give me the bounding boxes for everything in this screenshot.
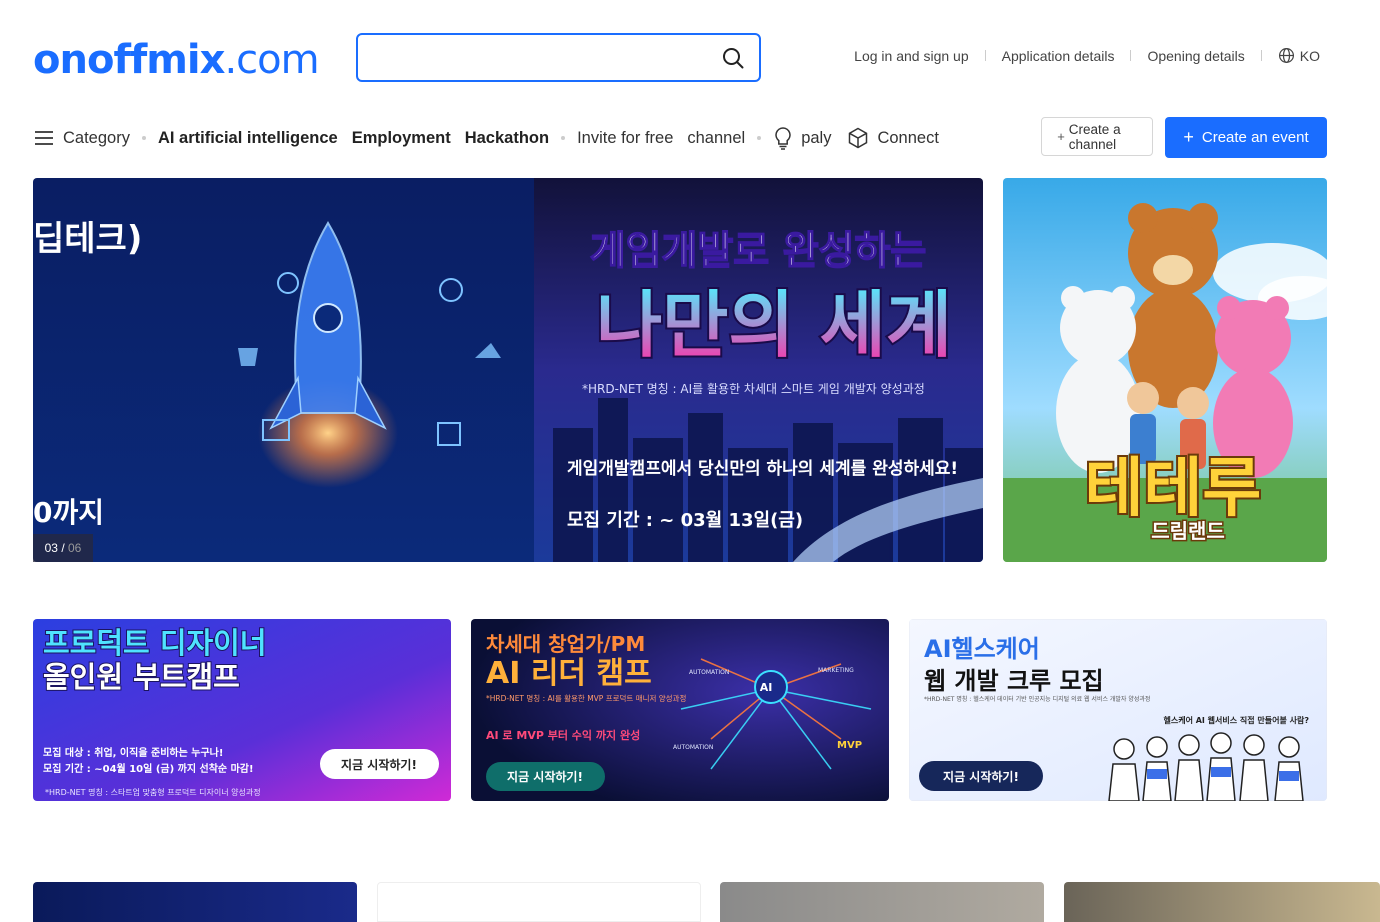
create-event-button[interactable]: + Create an event [1165, 117, 1327, 158]
card2-label: AI [760, 681, 773, 694]
card3-note: *HRD-NET 명칭 : 헬스케어 데이터 기반 인공지능 디지털 의료 웹 … [924, 695, 1150, 703]
card1-period: 모집 기간 : ~04월 10일 (금) 까지 선착순 마감! [43, 762, 254, 775]
side-banner-title: 테테루 [1085, 452, 1262, 526]
card2-label: MVP [837, 740, 862, 751]
hero-left-fragment-top: 딥테크) [33, 219, 142, 259]
create-event-label: Create an event [1201, 129, 1309, 146]
site-logo[interactable]: onoffmix.com [33, 36, 320, 84]
side-banner-subtitle: 드림랜드 [1151, 519, 1225, 543]
lightbulb-icon [775, 127, 791, 150]
globe-icon [1278, 47, 1294, 64]
nav-divider [1260, 50, 1262, 61]
hero-period: 모집 기간 : ~ 03월 13일(금) [567, 510, 803, 531]
card3-tagline: 헬스케어 AI 웹서비스 직접 만들어볼 사람? [1164, 715, 1310, 725]
pager-current: 03 [44, 541, 58, 555]
login-signup-link[interactable]: Log in and sign up [854, 48, 968, 64]
event-thumbnail[interactable] [33, 882, 357, 922]
card2-line2: AI 리더 캠프 [486, 656, 652, 691]
category-bar: Category AI artificial intelligence Empl… [33, 124, 939, 152]
side-banner-image: 테테루 드림랜드 [1003, 178, 1327, 562]
paly-label: paly [801, 128, 832, 147]
card1-line1: 프로덕트 디자이너 [43, 626, 267, 660]
card2-highlight: AI 로 MVP 부터 수익 까지 완성 [486, 728, 640, 742]
card3-line2: 웹 개발 크루 모집 [924, 667, 1104, 695]
hero-slide-image: 딥테크) 0까지 게임개발로 완성하는 나만의 세계 *HRD-NET 명칭 :… [33, 178, 983, 562]
channel-link[interactable]: channel [687, 129, 745, 148]
card2-label: AUTOMATION [689, 669, 729, 676]
category-divider [757, 136, 762, 140]
connect-cube-icon [849, 127, 868, 149]
side-banner[interactable]: 테테루 드림랜드 [1003, 178, 1327, 562]
logo-main: onoffmix [33, 37, 225, 83]
card3-cta-label: 지금 시작하기! [943, 769, 1019, 784]
create-channel-button[interactable]: + Create a channel [1041, 117, 1153, 156]
opening-details-link[interactable]: Opening details [1147, 48, 1244, 64]
card2-line1: 차세대 창업가/PM [486, 632, 645, 656]
card2-label: MARKETING [818, 667, 854, 674]
event-thumbnail[interactable] [377, 882, 701, 922]
invite-free-link[interactable]: Invite for free [577, 129, 673, 148]
nav-divider [1130, 50, 1132, 61]
card1-line2: 올인원 부트캠프 [43, 660, 240, 694]
category-menu-label: Category [63, 128, 130, 147]
card2-label: AUTOMATION [673, 744, 713, 751]
card3-line1: AI헬스케어 [924, 635, 1040, 663]
event-thumbnail[interactable] [720, 882, 1044, 922]
hero-caption: *HRD-NET 명칭 : AI를 활용한 차세대 스마트 게임 개발자 양성과… [582, 382, 925, 396]
language-selector[interactable]: KO [1278, 47, 1320, 64]
card1-cta-label: 지금 시작하기! [341, 757, 417, 772]
paly-link[interactable]: paly [773, 126, 831, 150]
top-nav: Log in and sign up Application details O… [854, 47, 1320, 64]
application-details-link[interactable]: Application details [1002, 48, 1115, 64]
category-hackathon[interactable]: Hackathon [465, 129, 549, 148]
promo-card-image: 프로덕트 디자이너 올인원 부트캠프 모집 대상 : 취업, 이직을 준비하는 … [33, 619, 451, 801]
hero-left-fragment-bottom: 0까지 [33, 496, 104, 529]
create-channel-label: Create a channel [1068, 121, 1121, 152]
promo-card-ai-healthcare[interactable]: AI헬스케어 웹 개발 크루 모집 *HRD-NET 명칭 : 헬스케어 데이터… [909, 619, 1327, 801]
category-divider [141, 136, 146, 140]
promo-card-image: AI헬스케어 웹 개발 크루 모집 *HRD-NET 명칭 : 헬스케어 데이터… [909, 619, 1327, 801]
carousel-pager: 03 / 06 [33, 534, 93, 562]
card1-target: 모집 대상 : 취업, 이직을 준비하는 누구나! [43, 746, 223, 759]
language-label: KO [1299, 47, 1320, 64]
event-thumbnail[interactable] [1064, 882, 1380, 922]
search-icon[interactable] [721, 46, 745, 70]
logo-tld: .com [224, 37, 319, 83]
hero-title-small: 게임개발로 완성하는 [590, 229, 927, 274]
pager-total: 06 [68, 541, 82, 555]
hero-subtitle: 게임개발캠프에서 당신만의 하나의 세계를 완성하세요! [567, 458, 958, 479]
connect-label: Connect [877, 128, 939, 147]
connect-link[interactable]: Connect [847, 127, 939, 149]
hero-title-big: 나만의 세계 [596, 283, 952, 367]
card2-cta-label: 지금 시작하기! [507, 769, 583, 784]
card1-note: *HRD-NET 명칭 : 스타트업 맞춤형 프로덕트 디자이너 양성과정 [45, 787, 261, 797]
nav-divider [984, 50, 986, 61]
card2-note: *HRD-NET 명칭 : AI를 활용한 MVP 프로덕트 매니저 양성과정 [486, 693, 686, 703]
category-menu-button[interactable]: Category [33, 129, 130, 148]
search-box [356, 33, 761, 82]
hero-carousel[interactable]: 딥테크) 0까지 게임개발로 완성하는 나만의 세계 *HRD-NET 명칭 :… [33, 178, 983, 562]
promo-card-image: 차세대 창업가/PM AI 리더 캠프 *HRD-NET 명칭 : AI를 활용… [471, 619, 889, 801]
promo-card-ai-leader[interactable]: 차세대 창업가/PM AI 리더 캠프 *HRD-NET 명칭 : AI를 활용… [471, 619, 889, 801]
plus-icon: + [1183, 127, 1194, 147]
hamburger-icon [35, 131, 53, 145]
category-ai[interactable]: AI artificial intelligence [158, 129, 338, 148]
category-employment[interactable]: Employment [352, 129, 451, 148]
category-divider [561, 136, 566, 140]
plus-icon: + [1057, 129, 1065, 144]
promo-card-product-designer[interactable]: 프로덕트 디자이너 올인원 부트캠프 모집 대상 : 취업, 이직을 준비하는 … [33, 619, 451, 801]
search-input[interactable] [372, 43, 716, 73]
